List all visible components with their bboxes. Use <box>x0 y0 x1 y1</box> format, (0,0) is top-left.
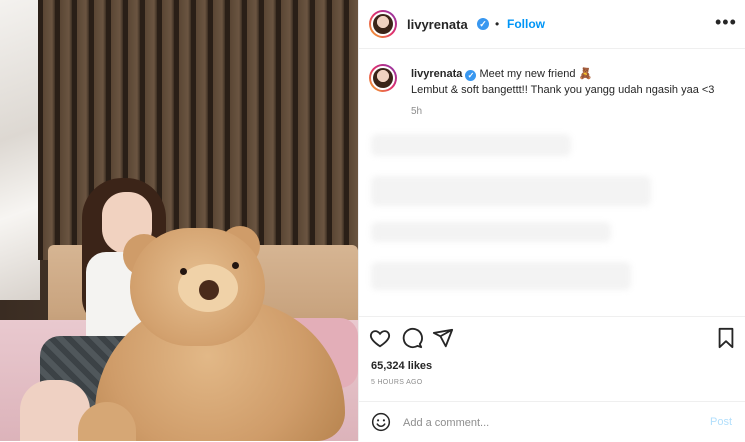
separator-dot: • <box>495 17 500 31</box>
header-username[interactable]: livyrenata <box>407 17 468 32</box>
blurred-comment <box>371 222 611 242</box>
comment-icon[interactable] <box>401 327 423 349</box>
post-comment-button[interactable]: Post <box>710 416 732 428</box>
comment-input[interactable] <box>401 412 695 434</box>
post-caption: livyrenata ✓ Meet my new friend 🧸 Lembut… <box>411 66 731 98</box>
caption-username[interactable]: livyrenata <box>411 68 462 80</box>
comment-bar: Post <box>359 401 745 442</box>
bookmark-icon[interactable] <box>715 327 737 349</box>
smiley-icon[interactable] <box>371 412 391 432</box>
blurred-comment <box>371 262 631 290</box>
follow-button[interactable]: Follow <box>507 17 545 31</box>
verified-badge-icon: ✓ <box>477 18 489 30</box>
likes-count[interactable]: 65,324 likes <box>371 360 432 372</box>
avatar-picture <box>373 68 393 88</box>
caption-avatar[interactable] <box>369 64 397 92</box>
send-icon[interactable] <box>432 327 454 349</box>
marble-wall <box>0 0 40 300</box>
post-side-panel: livyrenata ✓ • Follow ••• livyrenata ✓ M… <box>358 0 745 441</box>
blurred-comment <box>371 176 651 206</box>
teddy-bear-eye-right <box>232 262 239 269</box>
caption-text-line2: Lembut & soft bangettt!! Thank you yangg… <box>411 84 715 96</box>
post-actions-bar <box>359 316 745 357</box>
caption-emoji: 🧸 <box>578 68 593 80</box>
caption-first-line: livyrenata ✓ Meet my new friend 🧸 <box>411 66 731 82</box>
caption-time-ago: 5h <box>411 106 423 117</box>
post-photo[interactable] <box>0 0 358 441</box>
more-options-icon[interactable]: ••• <box>715 12 737 33</box>
teddy-bear-eye-left <box>180 268 187 275</box>
header-avatar[interactable] <box>369 10 397 38</box>
post-timestamp: 5 HOURS AGO <box>371 379 423 386</box>
post-header: livyrenata ✓ • Follow ••• <box>359 0 745 49</box>
blurred-comment <box>371 134 571 156</box>
caption-verified-badge-icon: ✓ <box>465 70 477 81</box>
heart-icon[interactable] <box>369 327 391 349</box>
caption-text-line1: Meet my new friend <box>479 68 576 80</box>
teddy-bear-nose <box>199 280 219 300</box>
avatar-picture <box>373 14 393 34</box>
